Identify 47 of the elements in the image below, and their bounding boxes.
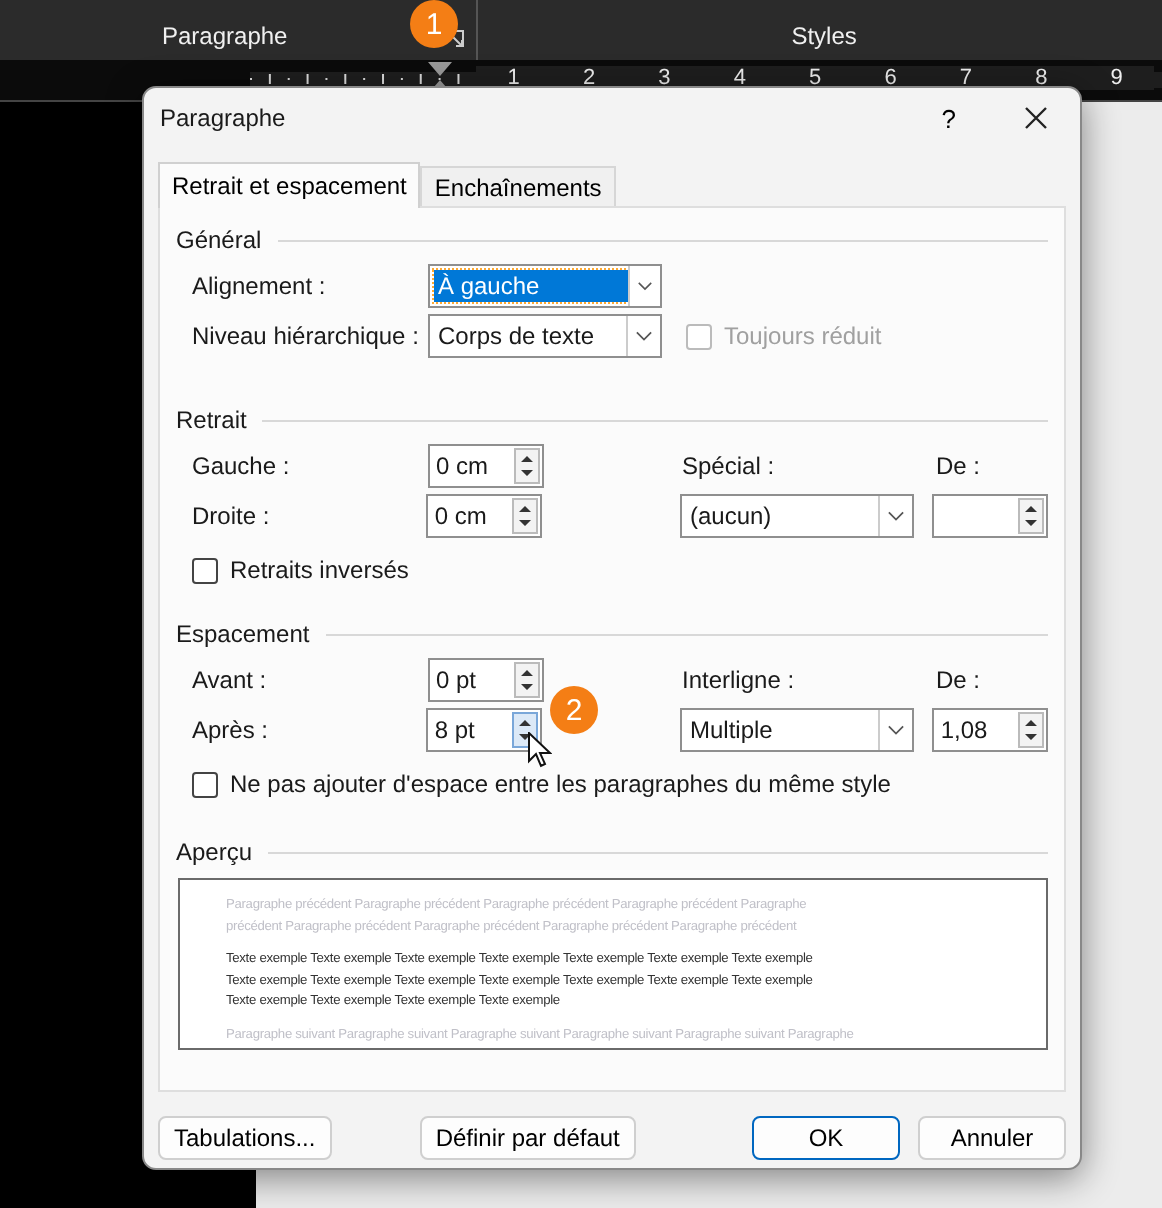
section-heading: Retrait bbox=[176, 406, 247, 434]
spin-field[interactable]: 8 pt bbox=[426, 708, 542, 752]
field-label: De : bbox=[936, 452, 981, 480]
field-label: Avant : bbox=[192, 666, 269, 694]
cursor-icon bbox=[528, 732, 552, 768]
spin-field[interactable]: 0 cm bbox=[426, 494, 542, 538]
tab[interactable]: Enchaînements bbox=[420, 166, 616, 206]
field-label: De : bbox=[936, 666, 981, 694]
field-label: Interligne : bbox=[682, 666, 797, 694]
section-heading: Aperçu bbox=[176, 838, 253, 866]
dialog-title: Paragraphe bbox=[160, 104, 288, 132]
group-label: Styles bbox=[791, 22, 857, 54]
field-label: Spécial : bbox=[682, 452, 777, 480]
tab[interactable]: Retrait et espacement bbox=[158, 162, 421, 208]
ruler-number: 9 bbox=[1079, 66, 1155, 90]
checkbox-label: Retraits inversés bbox=[230, 556, 409, 584]
field-label: Gauche : bbox=[192, 452, 292, 480]
spin-field[interactable]: 0 cm bbox=[428, 444, 544, 488]
dialog-button[interactable]: Définir par défaut bbox=[419, 1116, 636, 1160]
section-heading: Espacement bbox=[176, 620, 310, 648]
field-label: Droite : bbox=[192, 502, 272, 530]
field-label: Alignement : bbox=[192, 272, 328, 300]
checkbox[interactable] bbox=[192, 771, 218, 797]
spin-arrows-icon[interactable] bbox=[511, 498, 538, 534]
spin-field[interactable]: 0 pt bbox=[428, 658, 544, 702]
spin-field[interactable]: 1,08 bbox=[932, 708, 1048, 752]
spin-arrows-icon[interactable] bbox=[1017, 712, 1044, 748]
dialog-button[interactable]: OK bbox=[752, 1116, 900, 1160]
checkbox[interactable] bbox=[192, 557, 218, 583]
dropdown[interactable]: À gauche bbox=[428, 264, 662, 308]
spin-arrows-icon[interactable] bbox=[1017, 498, 1044, 534]
dialog-button[interactable]: Annuler bbox=[918, 1116, 1066, 1160]
dropdown[interactable]: Corps de texte bbox=[428, 314, 662, 358]
group-label: Paragraphe bbox=[162, 22, 288, 54]
field-label: Niveau hiérarchique : bbox=[192, 322, 421, 350]
close-icon[interactable] bbox=[1024, 106, 1048, 130]
spin-arrows-icon[interactable] bbox=[514, 448, 540, 484]
checkbox-label: Ne pas ajouter d'espace entre les paragraphes du même style bbox=[230, 770, 891, 798]
spin-field[interactable] bbox=[932, 494, 1048, 538]
dialog-button[interactable]: Tabulations... bbox=[158, 1116, 332, 1160]
dropdown[interactable]: Multiple bbox=[679, 708, 915, 752]
section-heading: Général bbox=[176, 226, 262, 254]
help-button[interactable]: ? bbox=[933, 103, 964, 133]
field-label: Après : bbox=[192, 716, 271, 744]
checkbox-label: Toujours réduit bbox=[724, 322, 882, 350]
spin-arrows-icon[interactable] bbox=[514, 662, 540, 698]
dropdown[interactable]: (aucun) bbox=[679, 494, 915, 538]
